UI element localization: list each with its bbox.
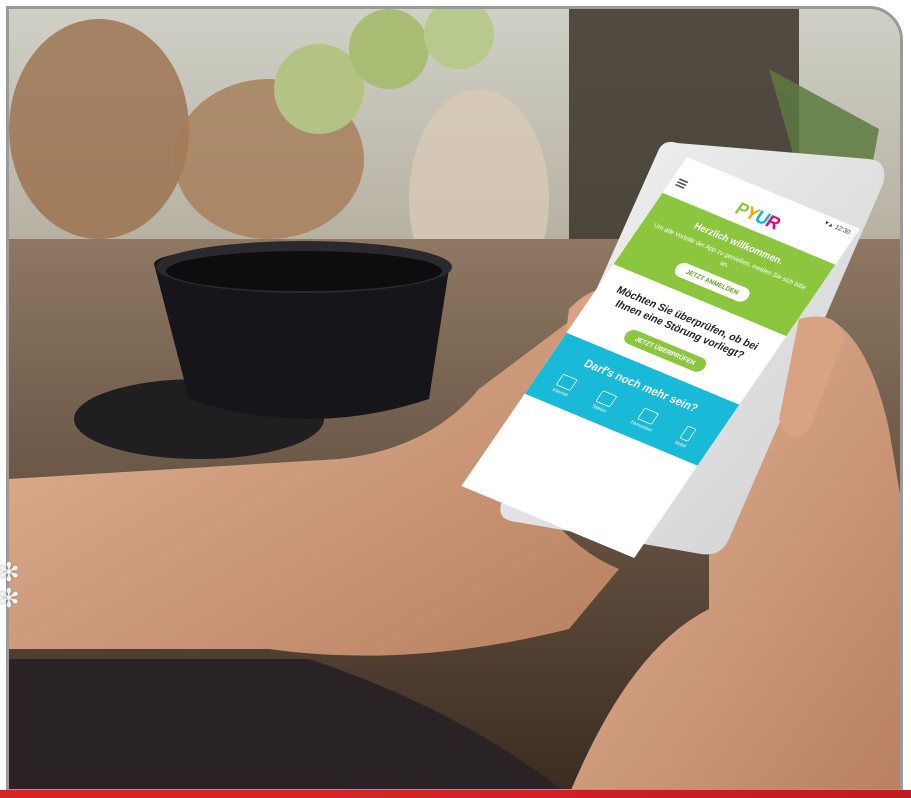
photo-frame: ▾ ▴ 12:30 PYUR Herzlich willkommen. Um a… <box>6 6 903 792</box>
telephone-icon <box>595 390 618 408</box>
service-fernsehen[interactable]: Fernsehen <box>628 406 662 434</box>
cafe-photo <box>9 9 900 789</box>
mobile-icon <box>679 425 697 442</box>
service-telefon[interactable]: Telefon <box>589 390 618 416</box>
tv-icon <box>637 407 660 425</box>
snowflake-icon: ✻ ✻ <box>0 558 20 614</box>
service-mobil[interactable]: Mobil <box>673 425 697 449</box>
internet-icon <box>555 373 578 391</box>
signal-icon: ▾ ▴ <box>823 218 836 229</box>
menu-icon[interactable] <box>675 178 689 189</box>
red-bottom-bar <box>0 790 911 798</box>
service-internet[interactable]: Internet <box>550 373 578 400</box>
